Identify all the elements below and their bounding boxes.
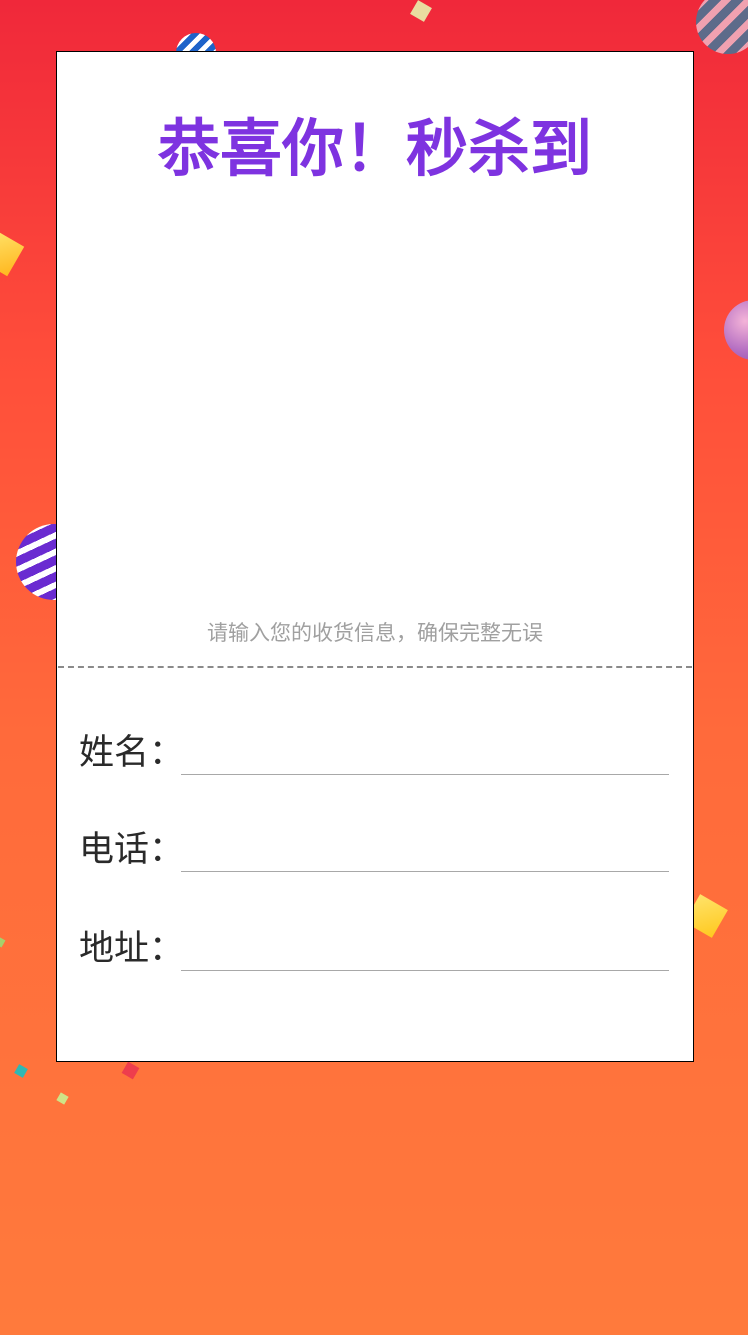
striped-ball-pink-decoration	[696, 0, 748, 54]
shipping-info-hint: 请输入您的收货信息，确保完整无误	[207, 621, 543, 645]
cube-beige-decoration	[410, 0, 432, 22]
address-input[interactable]	[181, 931, 669, 971]
phone-row: 电话：	[79, 822, 669, 872]
congrats-title: 恭喜你！秒杀到	[157, 112, 592, 185]
phone-label: 电话：	[79, 830, 185, 870]
glossy-ball-pink-decoration	[724, 300, 748, 360]
name-input[interactable]	[181, 735, 669, 775]
cube-red-decoration	[121, 1061, 140, 1080]
address-label: 地址：	[79, 929, 185, 969]
cube-yellow-decoration	[0, 229, 25, 277]
address-row: 地址：	[79, 921, 669, 971]
phone-input[interactable]	[181, 832, 669, 872]
cube-teal-decoration	[14, 1064, 28, 1078]
cube-green-decoration	[0, 936, 6, 948]
name-label: 姓名：	[79, 733, 185, 773]
dashed-divider	[58, 666, 692, 668]
order-info-card: 恭喜你！秒杀到 请输入您的收货信息，确保完整无误 姓名： 电话： 地址：	[56, 51, 694, 1062]
cube-lime-decoration	[56, 1092, 69, 1105]
name-row: 姓名：	[79, 725, 669, 775]
